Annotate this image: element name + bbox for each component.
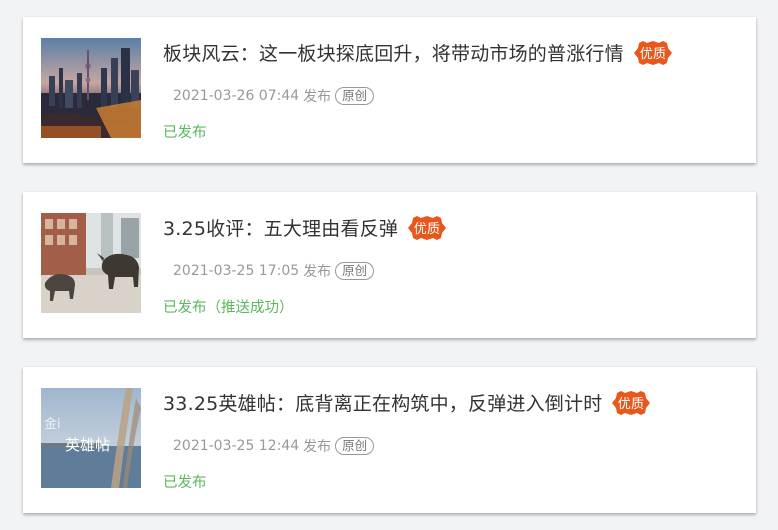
article-card[interactable]: 金i 英雄帖 33.25英雄帖：底背离正在构筑中，反弹进入倒计时 优质 2021…: [23, 367, 756, 513]
original-tag: 原创: [335, 437, 375, 455]
quality-badge: 优质: [633, 40, 673, 66]
publish-time: 2021-03-25 17:05: [173, 263, 300, 279]
publish-label: 发布: [303, 89, 332, 105]
city-skyline-image: [41, 38, 141, 138]
badge-label: 优质: [414, 222, 440, 237]
publish-time: 2021-03-26 07:44: [173, 88, 300, 104]
bull-bear-statues-image: [41, 213, 141, 313]
article-thumbnail[interactable]: 金i 英雄帖: [41, 388, 141, 488]
publish-status: 已发布（推送成功）: [163, 300, 294, 316]
publish-time: 2021-03-25 12:44: [173, 438, 300, 454]
article-card[interactable]: 3.25收评：五大理由看反弹 优质 2021-03-25 17:05 发布 原创…: [23, 192, 756, 338]
lakeside-image: 金i 英雄帖: [41, 388, 141, 488]
article-meta: 2021-03-25 17:05 发布 原创: [173, 261, 375, 281]
badge-label: 优质: [618, 397, 644, 412]
publish-label: 发布: [303, 264, 332, 280]
original-tag: 原创: [335, 87, 375, 105]
article-thumbnail[interactable]: [41, 38, 141, 138]
publish-status: 已发布: [163, 475, 207, 491]
article-title: 3.25收评：五大理由看反弹: [163, 218, 399, 240]
article-title: 板块风云：这一板块探底回升，将带动市场的普涨行情: [163, 43, 624, 65]
article-title: 33.25英雄帖：底背离正在构筑中，反弹进入倒计时: [163, 393, 603, 415]
article-meta: 2021-03-26 07:44 发布 原创: [173, 86, 375, 106]
article-title-link[interactable]: 3.25收评：五大理由看反弹 优质: [163, 214, 447, 241]
article-card[interactable]: 板块风云：这一板块探底回升，将带动市场的普涨行情 优质 2021-03-26 0…: [23, 17, 756, 163]
article-title-link[interactable]: 板块风云：这一板块探底回升，将带动市场的普涨行情 优质: [163, 39, 673, 66]
thumbnail-text: 金i: [44, 416, 61, 432]
original-tag: 原创: [335, 262, 375, 280]
quality-badge: 优质: [407, 215, 447, 241]
thumbnail-text: 英雄帖: [65, 436, 110, 454]
article-title-link[interactable]: 33.25英雄帖：底背离正在构筑中，反弹进入倒计时 优质: [163, 389, 651, 416]
article-meta: 2021-03-25 12:44 发布 原创: [173, 436, 375, 456]
publish-status: 已发布: [163, 125, 207, 141]
publish-label: 发布: [303, 439, 332, 455]
quality-badge: 优质: [611, 390, 651, 416]
article-thumbnail[interactable]: [41, 213, 141, 313]
badge-label: 优质: [640, 47, 666, 62]
